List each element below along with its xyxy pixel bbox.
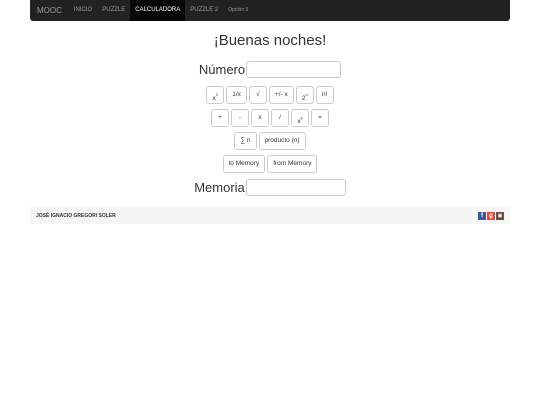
subtract-button[interactable]: - bbox=[231, 109, 249, 127]
nav-puzzle-2[interactable]: PUZZLE 2 bbox=[185, 0, 223, 21]
memoria-row: Memoria bbox=[30, 179, 510, 196]
sum-button[interactable]: ∑ n bbox=[234, 132, 257, 150]
button-row-4: to Memory from Memory bbox=[30, 155, 510, 173]
footer: JOSÉ IGNACIO GREGORI SOLER f g ▣ bbox=[30, 207, 510, 224]
nav-puzzle[interactable]: PUZZLE bbox=[97, 0, 130, 21]
memoria-input[interactable] bbox=[245, 179, 346, 196]
button-row-3: ∑ n producto (n) bbox=[30, 132, 510, 150]
negate-label: +/- x bbox=[274, 91, 288, 98]
navbar: MOOC INICIO PUZZLE CALCULADORA PUZZLE 2 … bbox=[30, 0, 510, 21]
subtract-label: - bbox=[238, 114, 242, 121]
to-memory-button[interactable]: to Memory bbox=[222, 155, 266, 173]
numero-row: Número bbox=[30, 61, 510, 78]
author-name: JOSÉ IGNACIO GREGORI SOLER bbox=[36, 212, 116, 219]
greeting-heading: ¡Buenas noches! bbox=[213, 32, 327, 49]
reciprocal-label: 1/x bbox=[232, 91, 241, 98]
numero-label: Número bbox=[198, 62, 246, 77]
google-plus-icon[interactable]: g bbox=[487, 211, 495, 220]
power-button[interactable]: xy bbox=[291, 109, 309, 127]
from-memory-button[interactable]: from Memory bbox=[267, 155, 318, 173]
main-content: ¡Buenas noches! Número x2 1/x √ +/- x 2n… bbox=[30, 21, 510, 196]
social-links: f g ▣ bbox=[477, 211, 504, 220]
sqrt-button[interactable]: √ bbox=[248, 86, 267, 104]
product-label: producto (n) bbox=[264, 137, 300, 144]
add-button[interactable]: + bbox=[211, 109, 229, 127]
factorial-button[interactable]: n! bbox=[315, 86, 334, 104]
multiply-button[interactable]: x bbox=[251, 109, 269, 127]
equals-label: = bbox=[318, 114, 322, 121]
instagram-icon[interactable]: ▣ bbox=[496, 211, 504, 220]
nav-calculadora[interactable]: CALCULADORA bbox=[130, 0, 186, 21]
square-sup: 2 bbox=[215, 92, 218, 97]
to-memory-label: to Memory bbox=[228, 160, 260, 167]
nav-opcion-5[interactable]: Opción 5 bbox=[223, 0, 253, 21]
nav-inicio[interactable]: INICIO bbox=[69, 0, 97, 21]
factorial-label: n! bbox=[322, 91, 328, 98]
divide-label: / bbox=[279, 114, 281, 121]
brand-link[interactable]: MOOC bbox=[30, 0, 69, 21]
power-of-two-button[interactable]: 2n bbox=[295, 86, 314, 104]
add-label: + bbox=[218, 114, 222, 121]
multiply-label: x bbox=[258, 114, 262, 121]
reciprocal-button[interactable]: 1/x bbox=[226, 86, 247, 104]
negate-button[interactable]: +/- x bbox=[268, 86, 294, 104]
sqrt-label: √ bbox=[256, 91, 260, 98]
divide-button[interactable]: / bbox=[271, 109, 289, 127]
square-button[interactable]: x2 bbox=[206, 86, 225, 104]
power-sup: y bbox=[300, 115, 303, 120]
button-row-1: x2 1/x √ +/- x 2n n! bbox=[30, 86, 510, 104]
facebook-icon[interactable]: f bbox=[478, 211, 486, 220]
equals-button[interactable]: = bbox=[311, 109, 329, 127]
memoria-label: Memoria bbox=[194, 180, 245, 195]
button-row-2: + - x / xy = bbox=[30, 109, 510, 127]
from-memory-label: from Memory bbox=[273, 160, 312, 167]
product-button[interactable]: producto (n) bbox=[258, 132, 306, 150]
numero-input[interactable] bbox=[246, 61, 342, 78]
power-of-two-sup: n bbox=[305, 92, 308, 97]
sum-label: ∑ n bbox=[240, 137, 251, 144]
